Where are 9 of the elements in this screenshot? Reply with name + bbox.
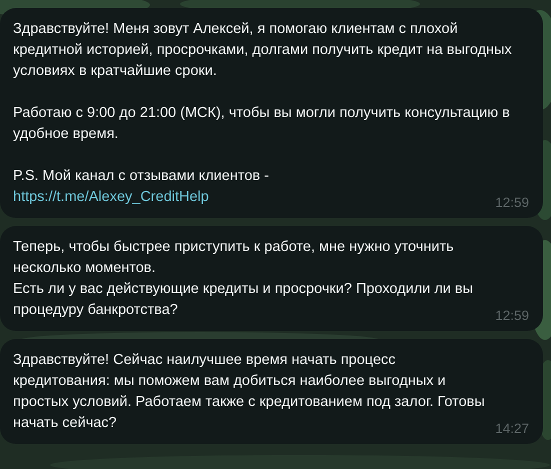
message-text: P.S. Мой канал с отзывами клиентов - bbox=[13, 167, 270, 186]
message-time: 12:59 bbox=[495, 194, 529, 212]
message-time: 14:27 bbox=[495, 420, 529, 438]
message-text: Здравствуйте! Меня зовут Алексей, я помогаю клиентам с плохой кредитной историей, просрочками, долгами получить кредит на выгодных условиях в кратчайшие сроки. bbox=[13, 20, 513, 81]
message-time: 12:59 bbox=[495, 307, 529, 325]
message-text: Здравствуйте! Сейчас наилучшее время начать процесс кредитования: мы поможем вам добиться наиболее выгодных и простых условий. Работаем также с кредитованием под залог. Готовы начать сейчас? bbox=[13, 351, 486, 433]
message-text: Работаю с 9:00 до 21:00 (МСК), чтобы вы могли получить консультацию в удобное время. bbox=[13, 104, 511, 144]
channel-link[interactable]: https://t.me/Alexey_CreditHelp bbox=[13, 187, 209, 208]
message-text: Теперь, чтобы быстрее приступить к работе, мне нужно уточнить несколько моментов. Есть ли у вас действующие кредиты и просрочки? Проходили ли вы процедуру банкротства? bbox=[13, 238, 474, 320]
